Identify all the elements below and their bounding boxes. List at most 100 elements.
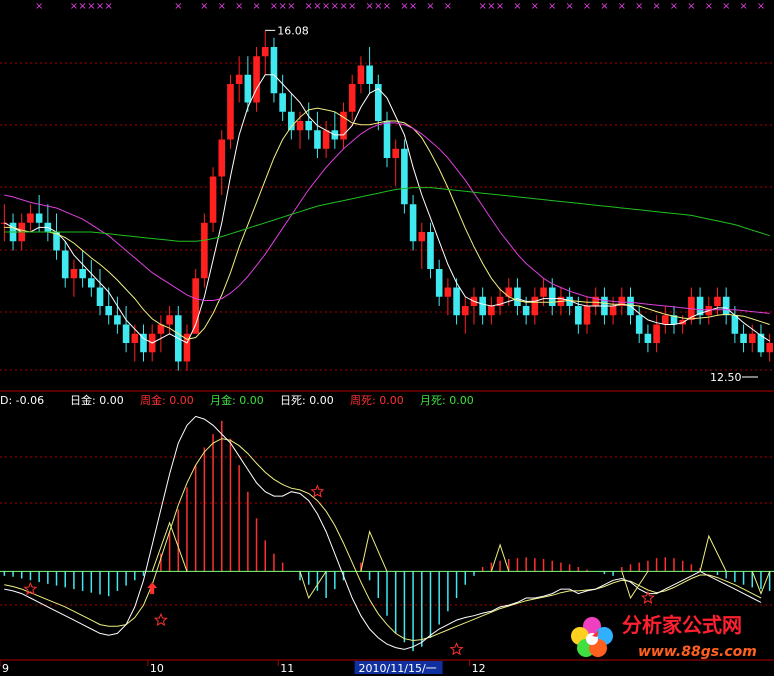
top-marker: × <box>496 1 504 12</box>
candle-body <box>70 269 78 279</box>
signal-zigzag <box>360 529 388 572</box>
top-marker: × <box>487 1 495 12</box>
top-marker: × <box>235 1 243 12</box>
top-marker: × <box>305 1 313 12</box>
candle-body <box>227 84 234 140</box>
legend-entry: D: -0.06 <box>0 394 44 407</box>
candle-body <box>61 250 69 279</box>
top-marker: × <box>444 1 452 12</box>
candle-body <box>548 287 556 306</box>
top-marker: × <box>200 1 208 12</box>
candle-body <box>105 306 113 316</box>
candle-body <box>514 287 521 306</box>
candle-body <box>96 287 104 306</box>
x-tick-label: 10 <box>150 662 164 675</box>
top-marker: × <box>35 1 43 12</box>
signal-zigzag <box>299 571 327 600</box>
watermark-url: www.88gs.com <box>638 644 757 660</box>
candle-body <box>88 278 95 288</box>
top-marker: × <box>270 1 278 12</box>
candle-body <box>722 296 730 316</box>
candle-body <box>766 343 773 353</box>
top-marker: × <box>400 1 408 12</box>
top-marker: × <box>513 1 521 12</box>
candle-body <box>114 315 121 325</box>
top-marker: × <box>618 1 626 12</box>
candle-body <box>540 287 547 297</box>
candle-body <box>661 315 669 325</box>
top-marker: × <box>583 1 591 12</box>
top-marker: × <box>339 1 347 12</box>
candle-body <box>27 213 34 223</box>
top-marker: × <box>687 1 695 12</box>
top-marker: × <box>478 1 486 12</box>
top-marker: × <box>252 1 260 12</box>
candle-body <box>609 306 617 316</box>
top-marker: × <box>70 1 78 12</box>
signal-zigzag <box>699 534 727 572</box>
price-panel-candles <box>1 30 773 371</box>
price-low-label: 12.50 <box>710 371 742 384</box>
top-marker: × <box>78 1 86 12</box>
top-marker: × <box>426 1 434 12</box>
top-marker: × <box>635 1 643 12</box>
candle-body <box>653 324 660 343</box>
candle-body <box>401 148 408 205</box>
candle-body <box>409 204 417 242</box>
candle-body <box>392 148 400 158</box>
candle-body <box>235 74 243 84</box>
x-tick-label: 9 <box>2 662 9 675</box>
candle-body <box>131 333 139 343</box>
candle-body <box>435 269 443 297</box>
candle-body <box>261 47 269 57</box>
star-marker <box>449 642 464 656</box>
candle-body <box>253 56 260 103</box>
candle-body <box>575 306 582 325</box>
watermark-title: 分析家公式网 <box>622 613 742 637</box>
top-marker: × <box>322 1 330 12</box>
candle-body <box>348 84 356 112</box>
candle-body <box>444 287 452 297</box>
candle-body <box>635 315 643 334</box>
candle-body <box>740 333 747 343</box>
star-marker <box>153 612 168 627</box>
candle-body <box>366 65 373 84</box>
legend-entry: 日死: 0.00 <box>280 394 334 407</box>
top-marker: × <box>652 1 660 12</box>
candle-body <box>583 306 591 325</box>
top-marker: × <box>105 1 113 12</box>
candle-body <box>270 47 278 94</box>
signal-zigzag <box>621 571 649 600</box>
top-marker: × <box>409 1 417 12</box>
top-marker: × <box>87 1 95 12</box>
candle-body <box>305 121 313 131</box>
top-marker: × <box>96 1 104 12</box>
x-tick-label: 11 <box>280 662 294 675</box>
candle-body <box>296 121 304 131</box>
x-tick-label: 12 <box>472 662 486 675</box>
top-marker: × <box>722 1 730 12</box>
candle-body <box>79 269 86 279</box>
candle-body <box>35 213 43 223</box>
candle-body <box>461 306 469 316</box>
candle-body <box>522 306 530 316</box>
flower-icon <box>571 617 613 657</box>
top-marker: × <box>565 1 573 12</box>
candle-body <box>279 93 286 112</box>
star-marker <box>23 581 38 596</box>
top-marker: × <box>331 1 339 12</box>
candle-body <box>244 74 252 103</box>
candle-body <box>201 222 208 279</box>
top-marker: × <box>383 1 391 12</box>
candle-body <box>731 315 739 334</box>
candle-body <box>418 232 426 242</box>
candle-body <box>122 324 130 343</box>
top-marker: × <box>739 1 747 12</box>
candle-body <box>166 315 173 325</box>
stock-chart: × × × × × × × × × × × × × × × × × × × × × × × × × × × × × × × × × × × × × × × ×… <box>0 1 774 675</box>
candle-body <box>531 296 539 316</box>
candle-body <box>644 333 652 343</box>
candle-body <box>748 333 756 343</box>
legend-entry: 月死: 0.00 <box>420 394 474 407</box>
top-marker: × <box>278 1 286 12</box>
